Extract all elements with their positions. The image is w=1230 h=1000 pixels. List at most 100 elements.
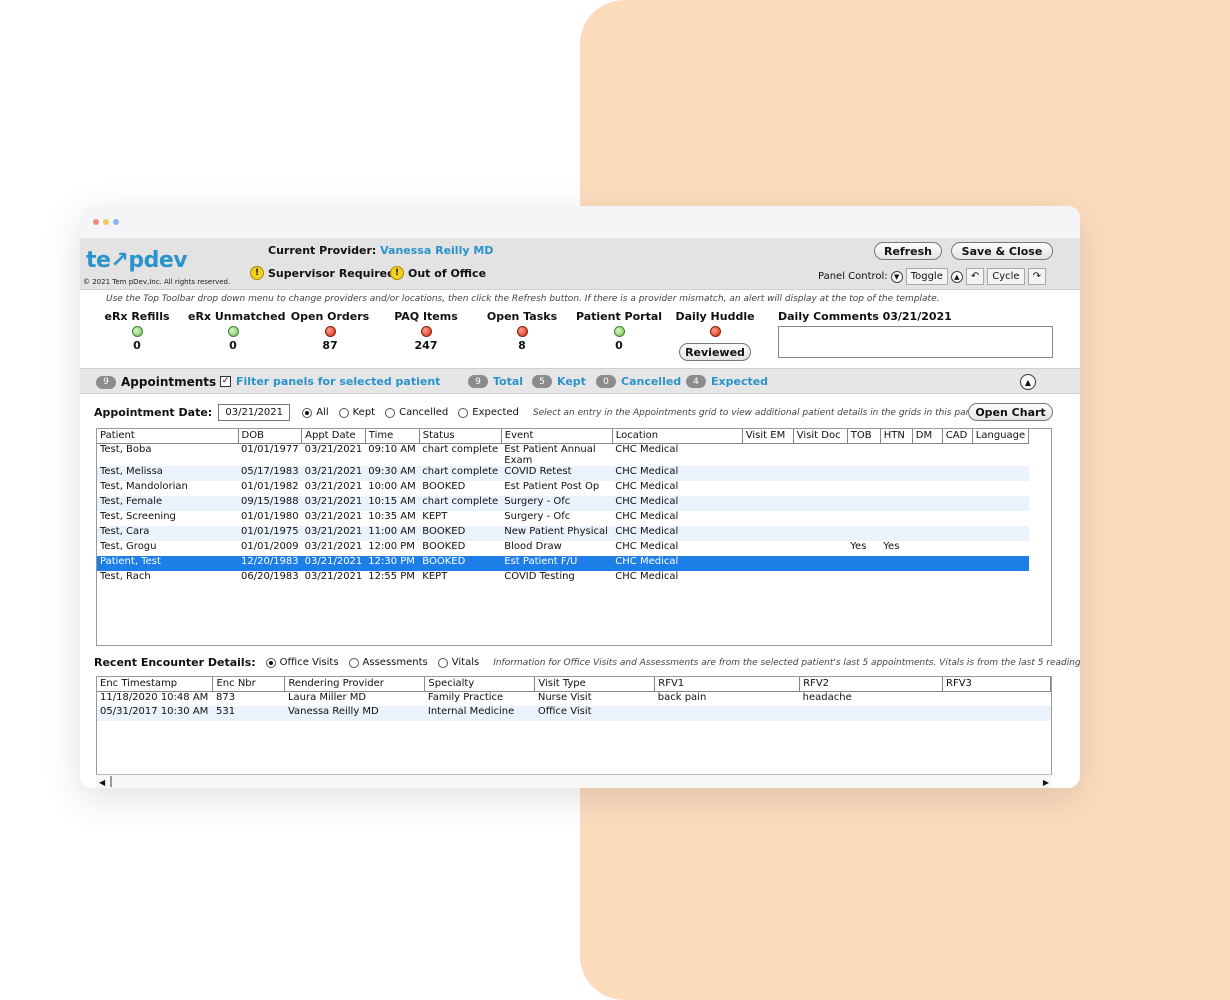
filter-selected-patient-checkbox[interactable]: ✓ Filter panels for selected patient	[220, 375, 440, 388]
table-row[interactable]: 11/18/2020 10:48 AM 873 Laura Miller MD Fam…	[97, 691, 1051, 706]
metric-paq-items[interactable]: PAQ Items 247	[381, 310, 471, 352]
radio-selected-icon[interactable]	[302, 407, 313, 418]
table-row[interactable]: Patient, Test 12/20/1983 03/21/2021 12:30 P…	[97, 555, 1029, 571]
table-cell: chart complete	[419, 495, 502, 511]
radio-icon[interactable]	[458, 407, 469, 418]
maximize-window-dot[interactable]	[113, 219, 119, 225]
column-header[interactable]: Time	[365, 429, 420, 444]
checkbox-icon[interactable]: ✓	[220, 376, 231, 387]
reviewed-button[interactable]: Reviewed	[679, 343, 751, 361]
expected-filter[interactable]: 4 Expected	[686, 375, 768, 388]
expected-label[interactable]: Expected	[711, 375, 768, 388]
radio-icon[interactable]	[385, 407, 396, 418]
column-header[interactable]: Status	[419, 429, 502, 444]
column-header[interactable]: Enc Timestamp	[97, 677, 214, 692]
table-row[interactable]: Test, Mandolorian 01/01/1982 03/21/2021 10:…	[97, 481, 1029, 496]
column-header[interactable]: DOB	[238, 429, 303, 444]
redo-arrow-icon[interactable]: ↷	[1027, 268, 1046, 285]
metric-open-orders[interactable]: Open Orders 87	[285, 310, 375, 352]
current-provider-name[interactable]: Vanessa Reilly MD	[380, 244, 493, 257]
open-chart-button[interactable]: Open Chart	[968, 403, 1053, 421]
radio-vitals[interactable]: Vitals	[437, 657, 479, 668]
total-filter[interactable]: 9 Total	[468, 375, 523, 388]
status-indicator-icon	[709, 326, 721, 337]
table-row[interactable]: Test, Female 09/15/1988 03/21/2021 10:15 AM…	[97, 495, 1029, 511]
appointment-date-input[interactable]: 03/21/2021	[218, 404, 291, 421]
radio-icon[interactable]	[437, 657, 448, 668]
collapse-up-icon[interactable]: ▲	[950, 270, 963, 283]
table-row[interactable]: Test, Melissa 05/17/1983 03/21/2021 09:30 A…	[97, 465, 1029, 481]
alert-label: Supervisor Required	[268, 266, 395, 280]
column-header[interactable]: Enc Nbr	[212, 677, 286, 692]
column-header[interactable]: Visit EM	[742, 429, 794, 444]
column-header[interactable]: Event	[501, 429, 613, 444]
column-header[interactable]: Patient	[97, 429, 239, 444]
collapse-down-icon[interactable]: ▼	[890, 270, 903, 283]
table-cell	[943, 691, 1051, 706]
radio-assessments[interactable]: Assessments	[348, 657, 428, 668]
appointments-grid[interactable]: Patient DOB Appt Date Time Status Event Locati…	[96, 428, 1052, 646]
radio-office-visits[interactable]: Office Visits	[265, 657, 339, 668]
radio-icon[interactable]	[348, 657, 359, 668]
column-header[interactable]: Specialty	[424, 677, 536, 692]
scroll-thumb[interactable]	[110, 776, 112, 787]
undo-arrow-icon[interactable]: ↶	[965, 268, 985, 285]
metric-open-tasks[interactable]: Open Tasks 8	[477, 310, 567, 352]
column-header[interactable]: Location	[612, 429, 743, 444]
column-header[interactable]: RFV3	[942, 677, 1051, 692]
radio-expected[interactable]: Expected	[458, 407, 519, 418]
metric-erx-unmatched[interactable]: eRx Unmatched 0	[188, 310, 285, 352]
encounter-grid[interactable]: Enc Timestamp Enc Nbr Rendering Provider Sp…	[96, 676, 1052, 788]
scroll-left-icon[interactable]: ◀	[99, 778, 105, 787]
radio-cancelled[interactable]: Cancelled	[385, 407, 448, 418]
cancelled-filter[interactable]: 0 Cancelled	[596, 375, 681, 388]
radio-kept[interactable]: Kept	[338, 407, 375, 418]
table-cell	[972, 495, 1029, 511]
radio-selected-icon[interactable]	[265, 657, 276, 668]
column-header[interactable]: Rendering Provider	[284, 677, 426, 692]
metric-patient-portal[interactable]: Patient Portal 0	[574, 310, 664, 352]
collapse-up-icon[interactable]: ▲	[1020, 374, 1036, 390]
table-cell: CHC Medical	[612, 555, 743, 571]
table-row[interactable]: Test, Rach 06/20/1983 03/21/2021 12:55 PM KE…	[97, 571, 1029, 586]
table-row[interactable]: Test, Boba 01/01/1977 03/21/2021 09:10 AM ch…	[97, 443, 1029, 466]
column-header[interactable]: DM	[912, 429, 943, 444]
column-header[interactable]: HTN	[880, 429, 913, 444]
table-cell: Test, Cara	[97, 525, 238, 541]
cycle-button[interactable]: Cycle	[987, 268, 1025, 285]
table-cell: 03/21/2021	[301, 555, 366, 571]
column-header[interactable]: RFV1	[654, 677, 801, 692]
appointments-count-badge: 9	[96, 375, 116, 389]
column-header[interactable]: TOB	[847, 429, 881, 444]
status-indicator-icon	[613, 326, 625, 337]
column-header[interactable]: Appt Date	[301, 429, 366, 444]
daily-comments-input[interactable]	[778, 326, 1053, 358]
minimize-window-dot[interactable]	[103, 219, 109, 225]
table-row[interactable]: Test, Screening 01/01/1980 03/21/2021 10:35…	[97, 511, 1029, 526]
total-label[interactable]: Total	[493, 375, 523, 388]
table-row[interactable]: Test, Cara 01/01/1975 03/21/2021 11:00 AM BO…	[97, 525, 1029, 541]
radio-icon[interactable]	[338, 407, 349, 418]
column-header[interactable]: Language	[972, 429, 1030, 444]
toggle-button[interactable]: Toggle	[905, 268, 948, 285]
kept-filter[interactable]: 5 Kept	[532, 375, 586, 388]
table-row[interactable]: 05/31/2017 10:30 AM 531 Vanessa Reilly MD I…	[97, 706, 1051, 721]
close-window-dot[interactable]	[93, 219, 99, 225]
table-row[interactable]: Test, Grogu 01/01/2009 03/21/2021 12:00 PM B…	[97, 541, 1029, 556]
refresh-button[interactable]: Refresh	[874, 242, 942, 260]
scroll-right-icon[interactable]: ▶	[1043, 778, 1049, 787]
metric-daily-huddle[interactable]: Daily Huddle	[670, 310, 760, 337]
table-cell	[847, 511, 880, 526]
metric-value: 8	[518, 339, 526, 352]
column-header[interactable]: CAD	[942, 429, 973, 444]
save-close-button[interactable]: Save & Close	[951, 242, 1053, 260]
kept-label[interactable]: Kept	[557, 375, 586, 388]
radio-all[interactable]: All	[302, 407, 329, 418]
horizontal-scrollbar[interactable]: ◀ ▶	[96, 774, 1052, 788]
column-header[interactable]: Visit Doc	[793, 429, 848, 444]
filter-label[interactable]: Filter panels for selected patient	[236, 375, 440, 388]
cancelled-label[interactable]: Cancelled	[621, 375, 681, 388]
column-header[interactable]: RFV2	[799, 677, 944, 692]
column-header[interactable]: Visit Type	[534, 677, 656, 692]
metric-erx-refills[interactable]: eRx Refills 0	[92, 310, 182, 352]
